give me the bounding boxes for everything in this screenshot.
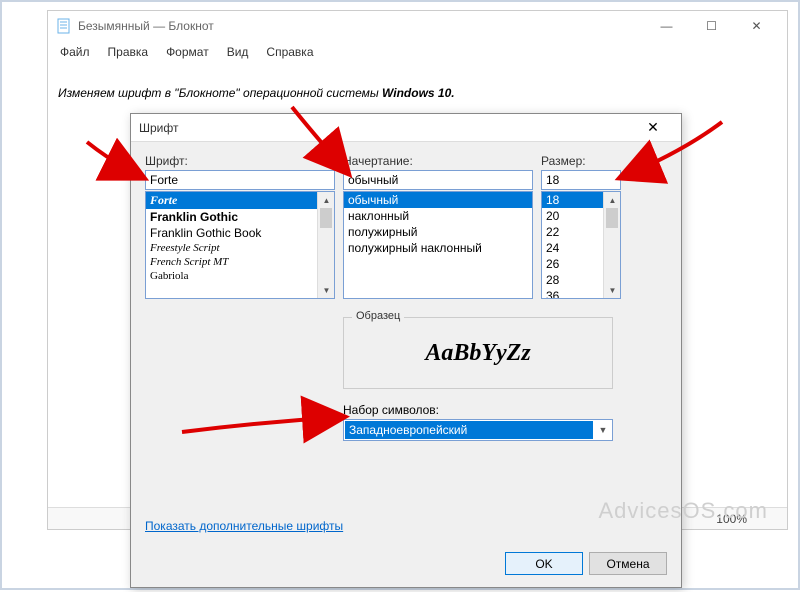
cancel-button[interactable]: Отмена [589,552,667,575]
list-item[interactable]: полужирный [344,224,532,240]
sample-label: Образец [352,310,404,322]
content-text: Изменяем шрифт в "Блокноте" операционной… [58,86,382,100]
size-input[interactable] [541,170,621,190]
font-picker: Шрифт: Forte Franklin Gothic Franklin Go… [145,154,335,299]
sample-text: AaBbYyZz [425,340,530,367]
size-picker: Размер: 18 20 22 24 26 28 36 ▲ ▼ [541,154,621,299]
font-input[interactable] [145,170,335,190]
dialog-titlebar: Шрифт ✕ [131,114,681,142]
menu-edit[interactable]: Правка [100,43,157,61]
scroll-up-icon[interactable]: ▲ [318,192,335,208]
window-controls: — ☐ ✕ [644,12,779,40]
charset-dropdown[interactable]: Западноевропейский ▼ [343,419,613,441]
menu-format[interactable]: Формат [158,43,217,61]
list-item[interactable]: Franklin Gothic [146,209,334,225]
list-item[interactable]: обычный [344,192,532,208]
scroll-thumb[interactable] [320,208,332,228]
window-title: Безымянный — Блокнот [78,19,644,33]
scrollbar[interactable]: ▲ ▼ [317,192,334,298]
maximize-button[interactable]: ☐ [689,12,734,40]
scroll-up-icon[interactable]: ▲ [604,192,621,208]
style-input[interactable] [343,170,533,190]
font-label: Шрифт: [145,154,335,168]
size-label: Размер: [541,154,621,168]
charset-value: Западноевропейский [345,421,593,439]
dialog-title: Шрифт [139,121,633,135]
menu-file[interactable]: Файл [52,43,98,61]
dialog-close-button[interactable]: ✕ [633,115,673,141]
size-listbox[interactable]: 18 20 22 24 26 28 36 ▲ ▼ [541,191,621,299]
charset-label: Набор символов: [343,403,613,417]
list-item[interactable]: Freestyle Script [146,241,334,255]
style-label: Начертание: [343,154,533,168]
charset-group: Набор символов: Западноевропейский ▼ [343,403,613,441]
menu-help[interactable]: Справка [258,43,321,61]
list-item[interactable]: наклонный [344,208,532,224]
list-item[interactable]: Forte [146,192,334,209]
style-listbox[interactable]: обычный наклонный полужирный полужирный … [343,191,533,299]
menu-view[interactable]: Вид [219,43,257,61]
list-item[interactable]: French Script MT [146,255,334,269]
watermark: AdvicesOS.com [599,498,769,524]
content-bold: Windows 10. [382,86,455,100]
close-button[interactable]: ✕ [734,12,779,40]
list-item[interactable]: полужирный наклонный [344,240,532,256]
font-listbox[interactable]: Forte Franklin Gothic Franklin Gothic Bo… [145,191,335,299]
ok-button[interactable]: OK [505,552,583,575]
scrollbar[interactable]: ▲ ▼ [603,192,620,298]
chevron-down-icon: ▼ [594,425,612,435]
scroll-down-icon[interactable]: ▼ [318,282,335,298]
titlebar: Безымянный — Блокнот — ☐ ✕ [48,11,787,41]
sample-group: Образец AaBbYyZz [343,317,613,389]
notepad-icon [56,18,72,34]
list-item[interactable]: Gabriola [146,269,334,283]
scroll-down-icon[interactable]: ▼ [604,282,621,298]
editor-content[interactable]: Изменяем шрифт в "Блокноте" операционной… [48,63,787,120]
menubar: Файл Правка Формат Вид Справка [48,41,787,63]
style-picker: Начертание: обычный наклонный полужирный… [343,154,533,299]
list-item[interactable]: Franklin Gothic Book [146,225,334,241]
minimize-button[interactable]: — [644,12,689,40]
more-fonts-link[interactable]: Показать дополнительные шрифты [145,519,343,533]
scroll-thumb[interactable] [606,208,618,228]
